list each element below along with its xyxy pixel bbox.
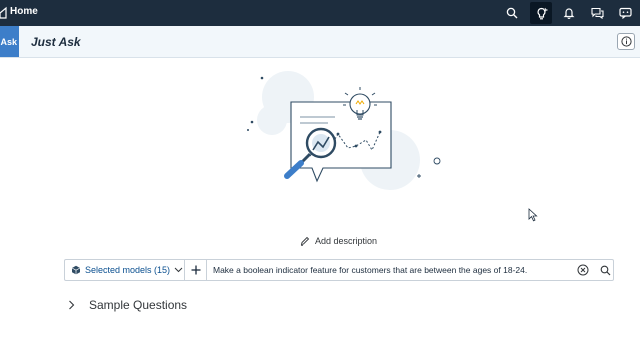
plus-icon	[191, 265, 200, 275]
clear-icon	[577, 264, 589, 276]
feedback-icon[interactable]	[586, 2, 608, 24]
sample-questions-label: Sample Questions	[89, 298, 188, 312]
search-button[interactable]	[598, 263, 612, 277]
model-selector[interactable]: Selected models (15)	[65, 260, 185, 280]
search-icon	[600, 265, 610, 275]
clear-button[interactable]	[576, 263, 590, 277]
chevron-down-icon	[174, 267, 183, 273]
add-description-label: Add description	[315, 236, 378, 246]
cube-icon	[71, 265, 81, 275]
just-ask-illustration	[247, 71, 441, 190]
shell-bar: Home	[0, 0, 640, 26]
info-icon	[620, 36, 632, 47]
bell-icon[interactable]	[558, 2, 580, 24]
info-button[interactable]	[617, 33, 635, 50]
page-title: Just Ask	[31, 35, 81, 49]
page-header: Ask Just Ask	[0, 26, 640, 58]
search-icon[interactable]	[501, 2, 523, 24]
query-input[interactable]	[209, 261, 569, 279]
home-link[interactable]: Home	[10, 6, 38, 17]
chat-icon[interactable]	[614, 2, 636, 24]
home-icon[interactable]	[0, 6, 8, 20]
chevron-right-icon	[69, 300, 75, 310]
sample-questions-toggle[interactable]: Sample Questions	[68, 298, 187, 312]
query-bar: Selected models (15)	[64, 259, 614, 281]
app-badge: Ask	[0, 26, 19, 57]
add-description-link[interactable]: Add description	[300, 236, 377, 246]
mouse-cursor-icon	[528, 208, 538, 222]
add-button[interactable]	[185, 260, 207, 280]
bulb-icon[interactable]	[530, 2, 552, 24]
model-selector-label: Selected models (15)	[85, 265, 171, 275]
pencil-icon	[300, 236, 310, 246]
